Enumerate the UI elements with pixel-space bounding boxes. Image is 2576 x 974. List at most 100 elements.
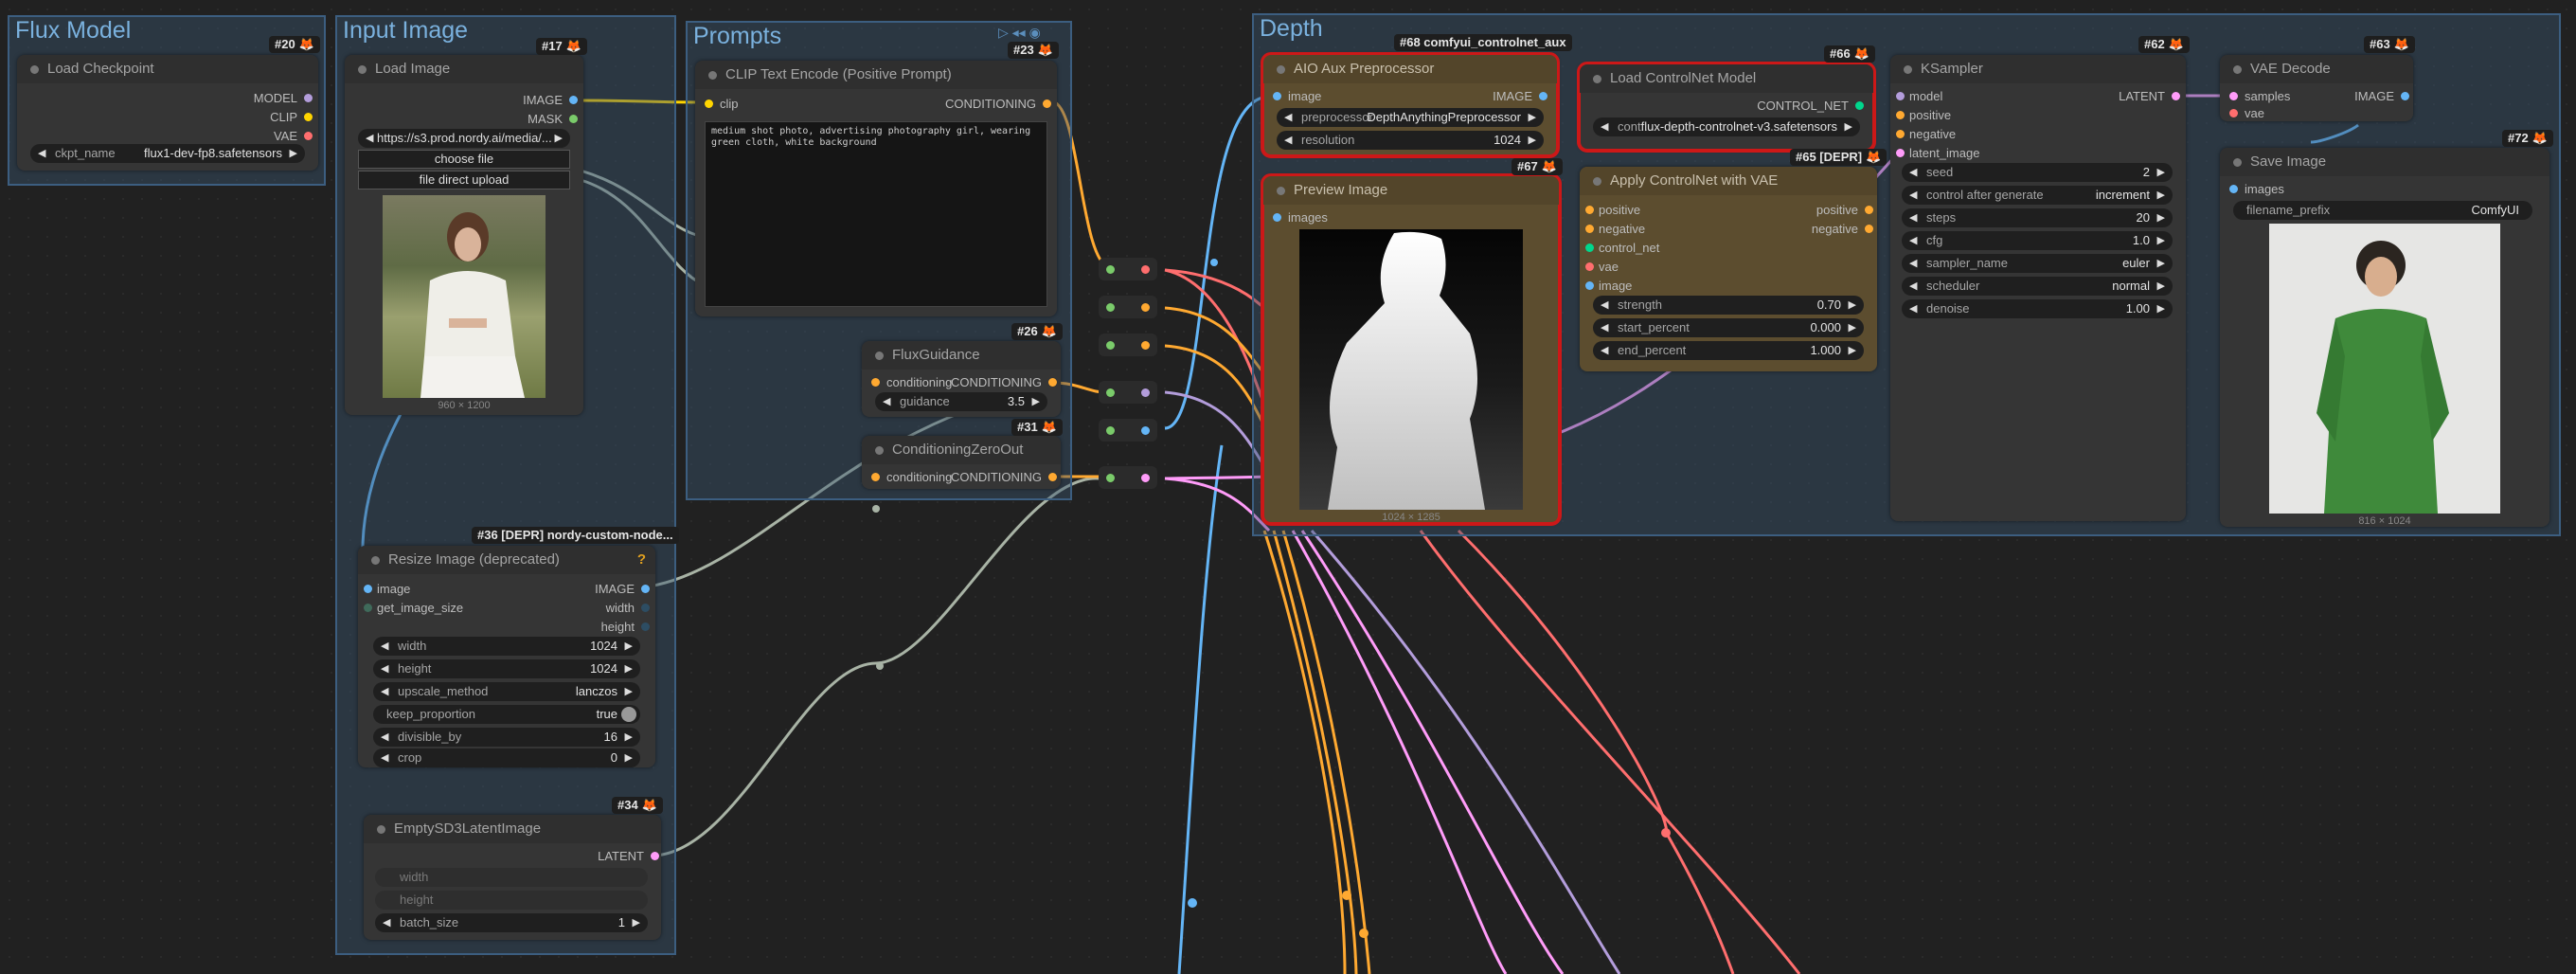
collapse-dot-icon[interactable] <box>1904 65 1912 74</box>
reroute-out-icon[interactable] <box>1141 426 1150 435</box>
crop-number[interactable]: ◀ crop 0 ▶ <box>373 749 640 767</box>
input-pin-icon[interactable] <box>871 378 880 387</box>
node-title[interactable]: ConditioningZeroOut <box>862 436 1061 464</box>
output-pin-icon[interactable] <box>2172 92 2180 100</box>
input-pin-icon[interactable] <box>1896 130 1905 138</box>
collapse-dot-icon[interactable] <box>358 65 367 74</box>
collapse-dot-icon[interactable] <box>708 71 717 80</box>
output-conditioning[interactable]: CONDITIONING <box>951 470 1057 485</box>
arrow-left-icon[interactable]: ◀ <box>1909 208 1917 227</box>
sampler-name-combo[interactable]: ◀ sampler_name euler ▶ <box>1902 254 2173 273</box>
arrow-left-icon[interactable]: ◀ <box>1909 254 1917 273</box>
collapse-dot-icon[interactable] <box>377 825 385 834</box>
output-pin-icon[interactable] <box>304 113 313 121</box>
reroute-in-icon[interactable] <box>1106 341 1115 350</box>
node-graph-canvas[interactable]: Flux Model Input Image Prompts Depth Loa… <box>0 0 2576 974</box>
input-conditioning[interactable]: conditioning <box>871 470 952 485</box>
node-flux-guidance[interactable]: FluxGuidance conditioning CONDITIONING ◀… <box>862 341 1061 417</box>
collapse-dot-icon[interactable] <box>1277 187 1285 195</box>
output-conditioning[interactable]: CONDITIONING <box>945 97 1051 112</box>
arrow-right-icon[interactable]: ▶ <box>2157 299 2165 318</box>
collapse-dot-icon[interactable] <box>1593 75 1601 83</box>
arrow-left-icon[interactable]: ◀ <box>381 682 388 701</box>
choose-file-button[interactable]: choose file <box>358 150 570 169</box>
arrow-right-icon[interactable]: ▶ <box>1032 392 1040 411</box>
output-control-net[interactable]: CONTROL_NET <box>1757 99 1864 114</box>
input-pin-icon[interactable] <box>2229 92 2238 100</box>
arrow-right-icon[interactable]: ▶ <box>625 637 633 656</box>
input-pin-icon[interactable] <box>1273 92 1281 100</box>
node-empty-latent[interactable]: EmptySD3LatentImage LATENT width height … <box>364 815 661 940</box>
arrow-left-icon[interactable]: ◀ <box>381 749 388 767</box>
output-latent[interactable]: LATENT <box>598 849 659 864</box>
toggle-knob-icon[interactable] <box>621 707 636 722</box>
output-positive[interactable]: positive <box>1816 203 1873 218</box>
input-image[interactable]: image <box>1273 89 1321 104</box>
output-pin-icon[interactable] <box>1865 206 1873 214</box>
arrow-left-icon[interactable]: ◀ <box>1909 231 1917 250</box>
output-image[interactable]: IMAGE <box>1493 89 1547 104</box>
collapse-dot-icon[interactable] <box>1593 177 1601 186</box>
node-title[interactable]: AIO Aux Preprocessor <box>1263 55 1557 83</box>
arrow-left-icon[interactable]: ◀ <box>1909 186 1917 205</box>
collapse-dot-icon[interactable] <box>30 65 39 74</box>
input-pin-icon[interactable] <box>1585 281 1594 290</box>
arrow-left-icon[interactable]: ◀ <box>1284 108 1292 127</box>
output-clip[interactable]: CLIP <box>270 110 313 125</box>
arrow-left-icon[interactable]: ◀ <box>1909 163 1917 182</box>
arrow-left-icon[interactable]: ◀ <box>381 637 388 656</box>
arrow-left-icon[interactable]: ◀ <box>383 913 390 932</box>
upscale-method-combo[interactable]: ◀ upscale_method lanczos ▶ <box>373 682 640 701</box>
arrow-left-icon[interactable]: ◀ <box>381 659 388 678</box>
arrow-right-icon[interactable]: ▶ <box>1529 108 1536 127</box>
arrow-right-icon[interactable]: ▶ <box>2157 163 2165 182</box>
arrow-right-icon[interactable]: ▶ <box>633 913 640 932</box>
file-direct-upload-button[interactable]: file direct upload <box>358 171 570 189</box>
input-model[interactable]: model <box>1896 89 1942 104</box>
reroute-node[interactable] <box>1099 466 1157 489</box>
input-vae[interactable]: vae <box>2229 106 2264 121</box>
arrow-right-icon[interactable]: ▶ <box>2157 208 2165 227</box>
height-number[interactable]: ◀ height 1024 ▶ <box>373 659 640 678</box>
reroute-in-icon[interactable] <box>1106 388 1115 397</box>
arrow-left-icon[interactable]: ◀ <box>1601 117 1608 136</box>
arrow-left-icon[interactable]: ◀ <box>381 728 388 747</box>
arrow-right-icon[interactable]: ▶ <box>625 728 633 747</box>
input-pin-icon[interactable] <box>364 604 372 612</box>
reroute-out-icon[interactable] <box>1141 388 1150 397</box>
scheduler-combo[interactable]: ◀ scheduler normal ▶ <box>1902 277 2173 296</box>
preprocessor-combo[interactable]: ◀ preprocessor DepthAnythingPreprocessor ▶ <box>1277 108 1544 127</box>
arrow-left-icon[interactable]: ◀ <box>366 129 373 148</box>
output-negative[interactable]: negative <box>1812 222 1873 237</box>
input-pin-icon[interactable] <box>2229 109 2238 117</box>
node-apply-controlnet[interactable]: Apply ControlNet with VAE positive negat… <box>1580 167 1877 371</box>
input-pin-icon[interactable] <box>1896 92 1905 100</box>
output-pin-icon[interactable] <box>1043 99 1051 108</box>
node-title[interactable]: Apply ControlNet with VAE <box>1580 167 1877 195</box>
input-pin-icon[interactable] <box>1585 262 1594 271</box>
output-pin-icon[interactable] <box>569 115 578 123</box>
output-image[interactable]: IMAGE <box>595 582 650 597</box>
input-pin-icon[interactable] <box>1585 244 1594 252</box>
input-image[interactable]: image <box>1585 279 1632 294</box>
node-clip-text-encode[interactable]: CLIP Text Encode (Positive Prompt) clip … <box>695 61 1057 316</box>
reroute-out-icon[interactable] <box>1141 303 1150 312</box>
reroute-node[interactable] <box>1099 258 1157 280</box>
input-pin-icon[interactable] <box>364 585 372 593</box>
output-pin-icon[interactable] <box>1539 92 1547 100</box>
arrow-right-icon[interactable]: ▶ <box>1849 296 1856 315</box>
arrow-right-icon[interactable]: ▶ <box>2157 254 2165 273</box>
arrow-right-icon[interactable]: ▶ <box>2157 231 2165 250</box>
node-title[interactable]: VAE Decode <box>2220 55 2413 83</box>
arrow-left-icon[interactable]: ◀ <box>1601 318 1608 337</box>
arrow-right-icon[interactable]: ▶ <box>290 144 297 163</box>
input-pin-icon[interactable] <box>1585 206 1594 214</box>
collapse-dot-icon[interactable] <box>875 352 884 360</box>
filename-prefix-field[interactable]: filename_prefix ComfyUI <box>2233 201 2532 220</box>
reroute-out-icon[interactable] <box>1141 341 1150 350</box>
arrow-right-icon[interactable]: ▶ <box>625 749 633 767</box>
arrow-right-icon[interactable]: ▶ <box>2157 186 2165 205</box>
input-pin-icon[interactable] <box>2229 185 2238 193</box>
arrow-right-icon[interactable]: ▶ <box>1849 341 1856 360</box>
output-pin-icon[interactable] <box>1048 473 1057 481</box>
